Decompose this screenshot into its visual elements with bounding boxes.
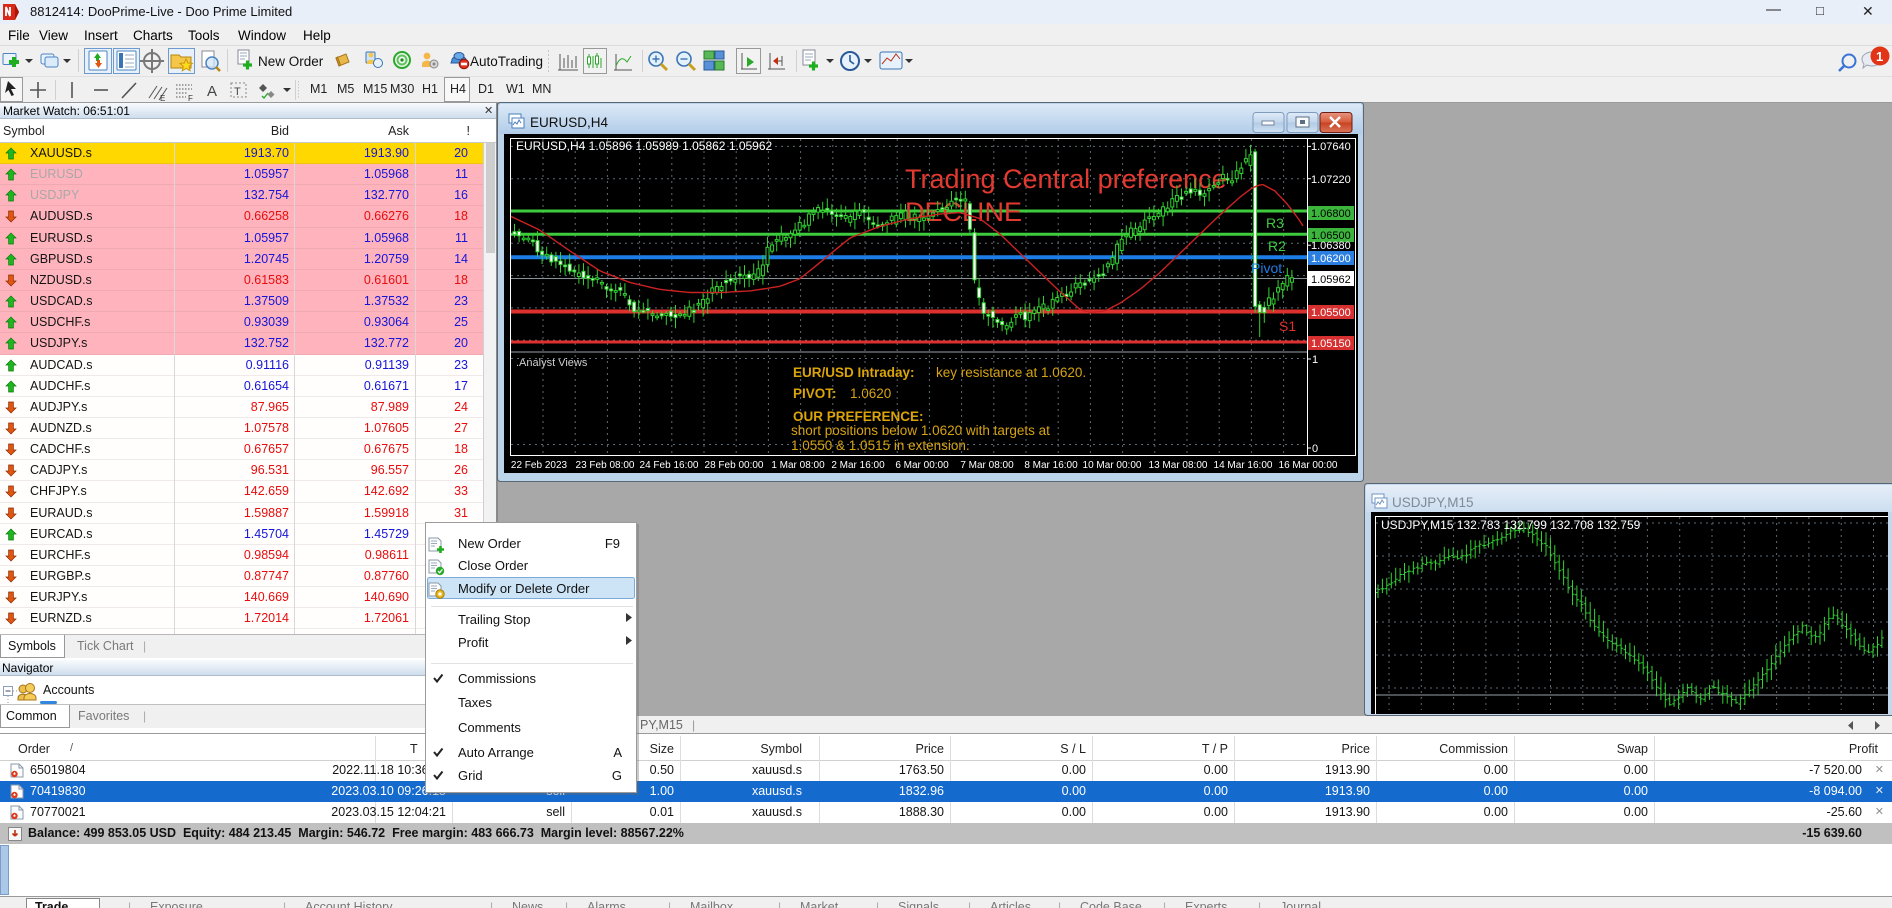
svg-text:Close Order: Close Order [458, 558, 529, 573]
svg-text:Comments: Comments [458, 720, 521, 735]
svg-text:Trailing Stop: Trailing Stop [458, 612, 531, 627]
svg-text:Auto Arrange: Auto Arrange [458, 745, 534, 760]
svg-text:A: A [613, 745, 622, 760]
svg-text:F9: F9 [605, 536, 620, 551]
svg-text:Grid: Grid [458, 768, 483, 783]
svg-text:New Order: New Order [458, 536, 522, 551]
svg-text:Taxes: Taxes [458, 695, 492, 710]
svg-text:Profit: Profit [458, 635, 489, 650]
svg-text:Commissions: Commissions [458, 671, 537, 686]
svg-text:G: G [612, 768, 622, 783]
svg-text:Modify or Delete Order: Modify or Delete Order [458, 581, 590, 596]
